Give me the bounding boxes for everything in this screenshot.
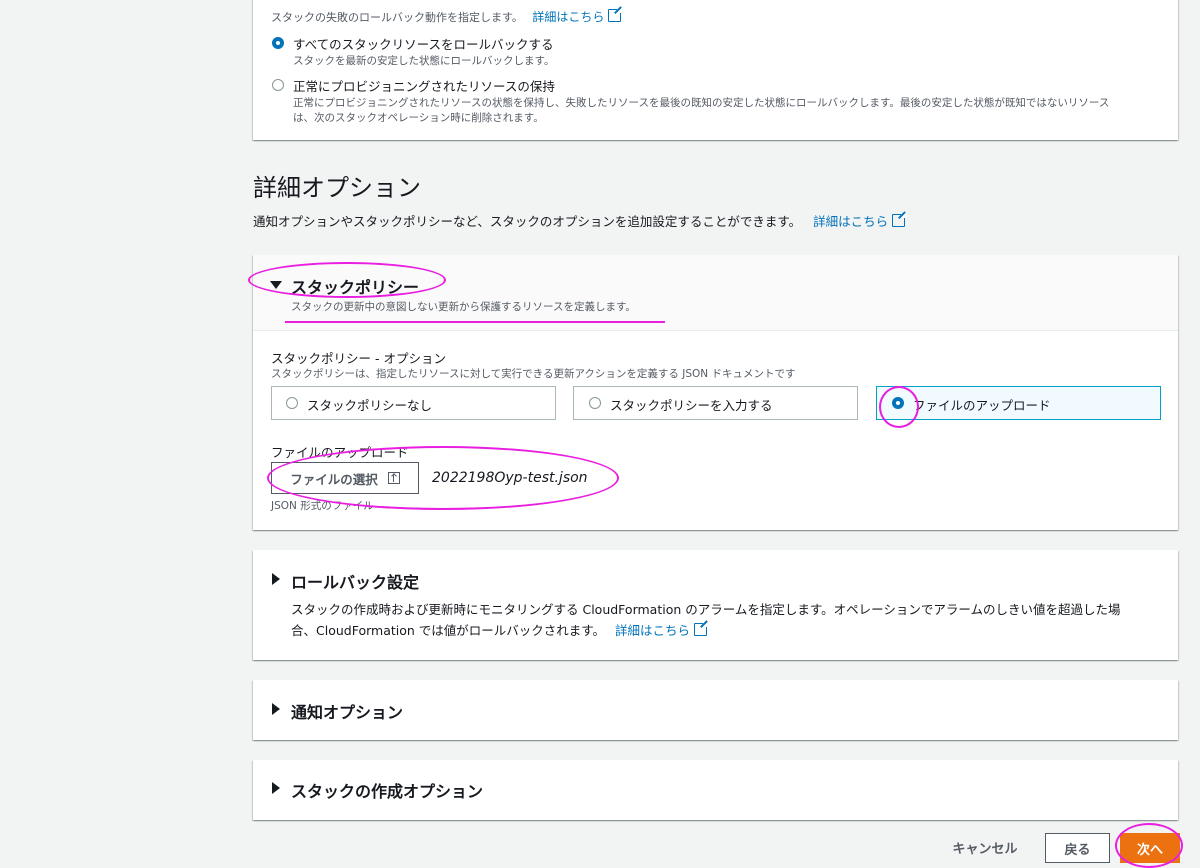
advanced-options-title: 詳細オプション [253,174,421,202]
stack-policy-field-help: スタックポリシーは、指定したリソースに対して実行できる更新アクションを定義する … [271,368,796,380]
stack-policy-field-label: スタックポリシー - オプション [271,351,446,366]
rollback-behavior-description: スタックの失敗のロールバック動作を指定します。 詳細はこちら [271,7,624,25]
radio-enter-policy[interactable] [589,397,601,409]
learn-more-link[interactable]: 詳細はこちら [532,7,624,24]
external-link-icon [608,7,624,22]
selected-file-name: 2022198Oyp-test.json [432,470,588,486]
rollback-config-title[interactable]: ロールバック設定 [291,569,419,593]
next-button[interactable]: 次へ [1120,833,1180,863]
creation-options-title[interactable]: スタックの作成オプション [291,778,483,802]
notification-options-title[interactable]: 通知オプション [291,699,403,723]
external-link-icon [694,621,710,636]
radio-rollback-all[interactable] [272,37,284,49]
rollback-config-description-1: スタックの作成時および更新時にモニタリングする CloudFormation の… [291,602,1121,617]
upload-field-label: ファイルのアップロード [271,445,409,460]
cancel-button[interactable]: キャンセル [940,833,1030,861]
caret-down-icon[interactable] [270,281,282,289]
choose-file-label: ファイルの選択 [290,471,378,487]
preserve-resources-label: 正常にプロビジョニングされたリソースの保持 [293,79,555,94]
back-button[interactable]: 戻る [1045,833,1110,863]
advanced-options-description: 通知オプションやスタックポリシーなど、スタックのオプションを追加設定することがで… [253,211,908,230]
caret-right-icon[interactable] [272,703,280,715]
radio-upload-file[interactable] [892,397,904,409]
external-link-icon [892,212,908,227]
preserve-resources-description-2: は、次のスタックオペレーション時に削除されます。 [293,112,544,124]
choose-file-button[interactable]: ファイルの選択 [271,462,419,494]
underline-annotation [285,321,665,323]
option-upload-file-label: ファイルのアップロード [913,398,1051,413]
upload-icon [387,472,400,484]
preserve-resources-description-1: 正常にプロビジョニングされたリソースの状態を保持し、失敗したリソースを最後の既知… [293,97,1110,109]
file-format-help: JSON 形式のファイル [271,500,374,512]
rollback-config-description-2: 合、CloudFormation では値がロールバックされます。 詳細はこちら [291,620,710,639]
caret-right-icon[interactable] [272,782,280,794]
rollback-config-learn-more-link[interactable]: 詳細はこちら [615,621,710,638]
stack-policy-title[interactable]: スタックポリシー [291,274,419,298]
option-no-policy-label: スタックポリシーなし [307,398,433,413]
rollback-all-description: スタックを最新の安定した状態にロールバックします。 [293,55,555,67]
stack-policy-description: スタックの更新中の意図しない更新から保護するリソースを定義します。 [291,301,636,313]
radio-no-policy[interactable] [286,397,298,409]
option-enter-policy-label: スタックポリシーを入力する [610,398,773,413]
caret-right-icon[interactable] [272,573,280,585]
rollback-all-label: すべてのスタックリソースをロールバックする [293,37,554,52]
advanced-learn-more-link[interactable]: 詳細はこちら [813,212,908,229]
radio-preserve-resources[interactable] [272,79,284,91]
